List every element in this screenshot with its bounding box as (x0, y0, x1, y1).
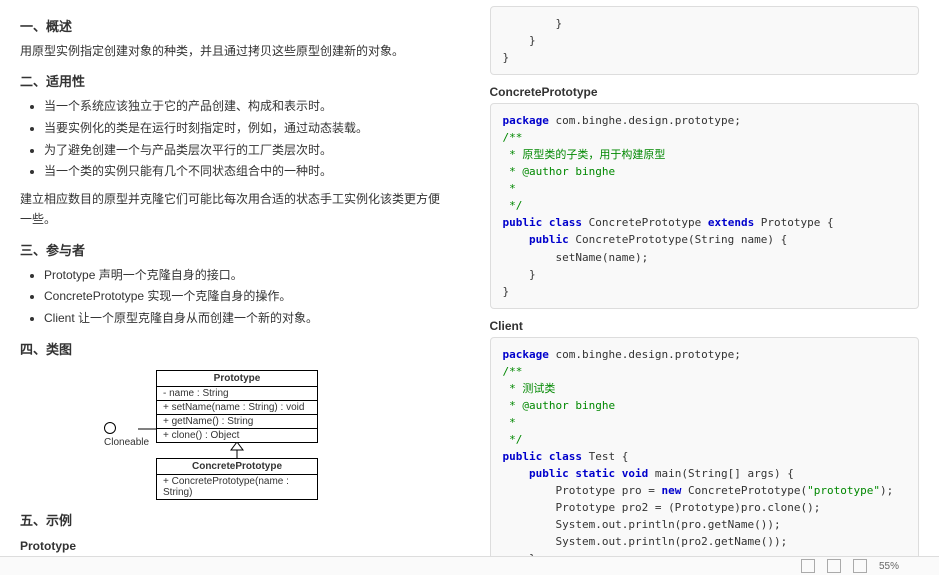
list-participants: Prototype 声明一个克隆自身的接口。 ConcretePrototype… (26, 265, 450, 330)
zoom-percent: 55% (879, 561, 899, 572)
label-concrete: ConcretePrototype (490, 85, 920, 99)
list-item: Prototype 声明一个克隆自身的接口。 (44, 265, 450, 287)
uml-interface: Cloneable (104, 422, 149, 448)
list-item: 当要实例化的类是在运行时刻指定时，例如，通过动态装载。 (44, 118, 450, 140)
circle-icon (104, 422, 116, 434)
list-item: 当一个系统应该独立于它的产品创建、构成和表示时。 (44, 96, 450, 118)
uml-interface-label: Cloneable (104, 437, 149, 448)
heading-classdiagram: 四、类图 (20, 339, 450, 358)
list-item: Client 让一个原型克隆自身从而创建一个新的对象。 (44, 308, 450, 330)
code-client: package com.binghe.design.prototype; /**… (490, 337, 920, 575)
list-item: 当一个类的实例只能有几个不同状态组合中的一种时。 (44, 161, 450, 183)
heading-participants: 三、参与者 (20, 240, 450, 259)
list-applicability: 当一个系统应该独立于它的产品创建、构成和表示时。 当要实例化的类是在运行时刻指定… (26, 96, 450, 182)
view-icon[interactable] (801, 559, 815, 573)
right-column: } } } ConcretePrototype package com.bing… (470, 0, 939, 575)
para-overview: 用原型实例指定创建对象的种类，并且通过拷贝这些原型创建新的对象。 (20, 41, 450, 61)
list-item: ConcretePrototype 实现一个克隆自身的操作。 (44, 286, 450, 308)
uml-connector (138, 428, 158, 430)
para-applicability-note: 建立相应数目的原型并克隆它们可能比每次用合适的状态手工实例化该类更方便一些。 (20, 189, 450, 230)
uml-prototype-box: Prototype - name : String + setName(name… (156, 370, 318, 443)
label-prototype: Prototype (20, 539, 450, 553)
label-client: Client (490, 319, 920, 333)
uml-concrete-box: ConcretePrototype + ConcretePrototype(na… (156, 458, 318, 500)
view-icon[interactable] (853, 559, 867, 573)
uml-diagram: Cloneable Prototype - name : String + se… (100, 370, 450, 500)
list-item: 为了避免创建一个与产品类层次平行的工厂类层次时。 (44, 140, 450, 162)
code-fragment-top: } } } (490, 6, 920, 75)
view-icon[interactable] (827, 559, 841, 573)
heading-applicability: 二、适用性 (20, 71, 450, 90)
taskbar: 55% (0, 556, 939, 575)
heading-overview: 一、概述 (20, 16, 450, 35)
code-concrete: package com.binghe.design.prototype; /**… (490, 103, 920, 309)
heading-example: 五、示例 (20, 510, 450, 529)
left-column: 一、概述 用原型实例指定创建对象的种类，并且通过拷贝这些原型创建新的对象。 二、… (0, 0, 470, 575)
